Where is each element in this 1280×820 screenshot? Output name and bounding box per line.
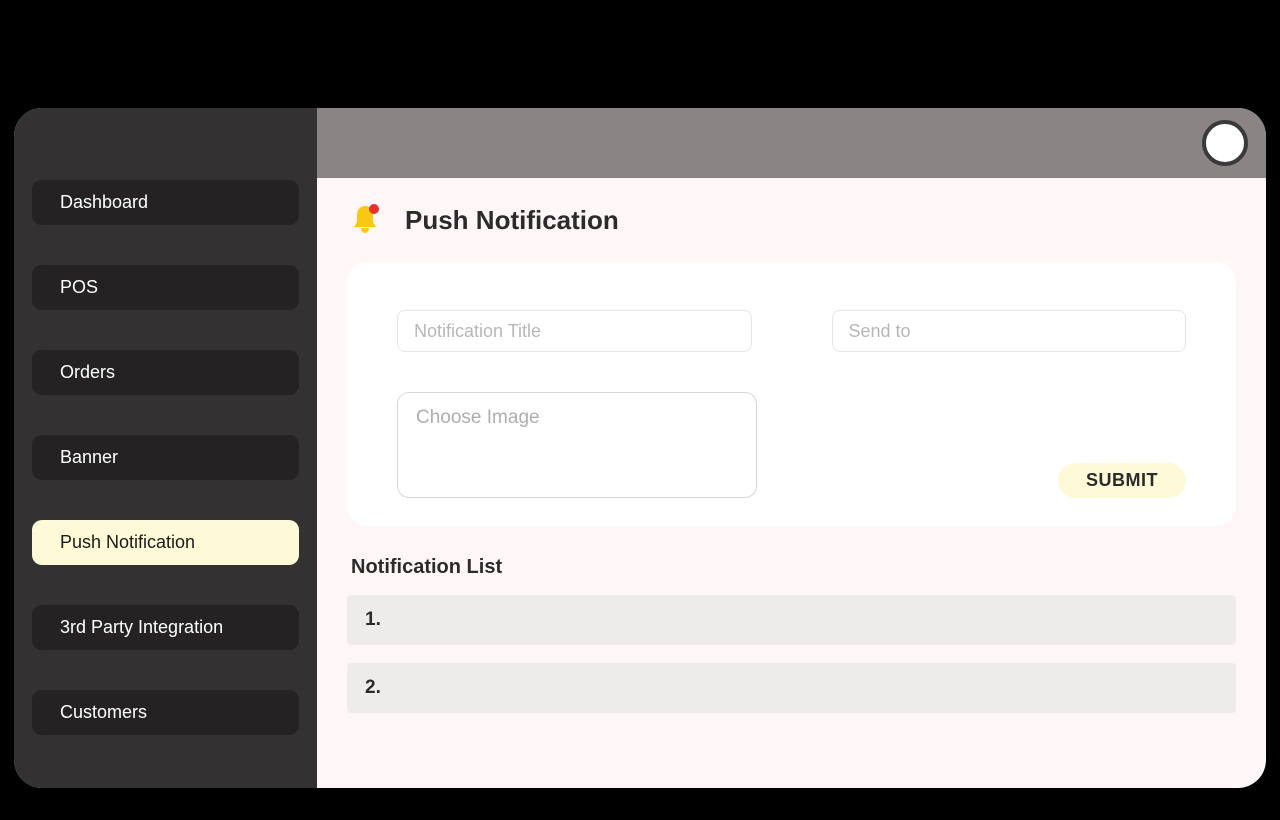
- topbar: [317, 108, 1266, 178]
- form-row: [397, 310, 1186, 352]
- notification-form-card: Choose Image SUBMIT: [347, 262, 1236, 526]
- sidebar-item-3rd-party-integration[interactable]: 3rd Party Integration: [32, 605, 299, 650]
- list-item[interactable]: 1.: [347, 595, 1236, 645]
- main-area: Push Notification Choose Image SUBMIT No…: [317, 108, 1266, 788]
- submit-button[interactable]: SUBMIT: [1058, 463, 1186, 498]
- page-title: Push Notification: [405, 205, 619, 236]
- sidebar: Dashboard POS Orders Banner Push Notific…: [14, 108, 317, 788]
- sidebar-item-push-notification[interactable]: Push Notification: [32, 520, 299, 565]
- avatar[interactable]: [1202, 120, 1248, 166]
- sidebar-item-customers[interactable]: Customers: [32, 690, 299, 735]
- send-to-input[interactable]: [832, 310, 1187, 352]
- sidebar-item-banner[interactable]: Banner: [32, 435, 299, 480]
- list-item[interactable]: 2.: [347, 663, 1236, 713]
- choose-image-box[interactable]: Choose Image: [397, 392, 757, 498]
- bell-icon: [347, 202, 383, 238]
- sidebar-item-pos[interactable]: POS: [32, 265, 299, 310]
- content: Push Notification Choose Image SUBMIT No…: [317, 178, 1266, 788]
- form-bottom: Choose Image SUBMIT: [397, 392, 1186, 498]
- page-header: Push Notification: [347, 202, 1236, 238]
- notification-title-input[interactable]: [397, 310, 752, 352]
- sidebar-item-dashboard[interactable]: Dashboard: [32, 180, 299, 225]
- app-window: Dashboard POS Orders Banner Push Notific…: [14, 108, 1266, 788]
- notification-list-title: Notification List: [351, 556, 1236, 579]
- sidebar-item-orders[interactable]: Orders: [32, 350, 299, 395]
